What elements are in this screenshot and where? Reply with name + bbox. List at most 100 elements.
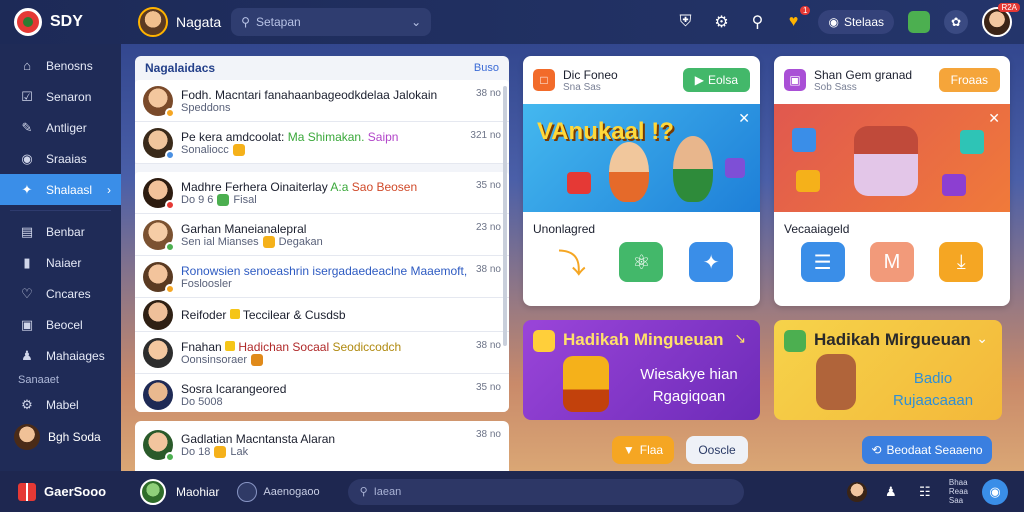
gem-illustration	[792, 128, 816, 152]
chevron-down-icon[interactable]: ⌄	[411, 15, 421, 29]
list-item[interactable]: Ronowsien senoeashrin isergadaedeaclne M…	[135, 256, 509, 298]
list-item[interactable]: Madhre Ferhera Oinaiterlay A:a Sao Beose…	[135, 172, 509, 214]
close-icon[interactable]: ✕	[738, 110, 750, 127]
profile-avatar[interactable]: R2A	[982, 3, 1020, 37]
sidebar-item-4[interactable]: ✦ Shalaasl ›	[0, 174, 121, 205]
bottom-secondary-label[interactable]: Aaenogaoo	[263, 486, 319, 498]
gamepad-icon[interactable]: ⚛	[619, 242, 664, 282]
shield-icon[interactable]: ⛨	[674, 11, 696, 33]
gift-icon[interactable]: ♥ 1	[782, 6, 811, 33]
search-icon: ⚲	[241, 15, 250, 29]
sidebar-item-label: Senaron	[46, 89, 92, 104]
sidebar-item-label: Mahaiages	[46, 348, 105, 363]
list-title: Nagalaidacs	[145, 61, 216, 75]
search-input[interactable]: ⚲ Setapan ⌄	[231, 8, 432, 36]
list-item-time: 38 no	[475, 264, 501, 275]
scrollbar[interactable]	[503, 86, 507, 346]
list-group: Madhre Ferhera Oinaiterlay A:a Sao Beose…	[135, 172, 509, 412]
message-list-bottom: Gadlatian Macntansta Alaran Do 18 Lak 38 …	[135, 421, 509, 471]
brand[interactable]: SDY	[0, 8, 120, 36]
play-icon: ▶	[694, 73, 704, 87]
sidebar-user-label: Bgh Soda	[48, 430, 101, 444]
card-action-button[interactable]: Froaas	[938, 68, 1000, 92]
avatar	[143, 85, 175, 118]
magnet-icon[interactable]: ⤵	[550, 242, 594, 282]
avatar[interactable]	[140, 478, 166, 505]
sidebar-item-9[interactable]: ♟ Mahaiages	[0, 340, 121, 371]
promo-subtitle: Badio Rujaacaaan	[892, 370, 974, 409]
download-icon[interactable]: ⤓	[939, 242, 984, 282]
avatar	[14, 424, 40, 450]
gear-icon[interactable]: ⚙	[710, 11, 732, 33]
sidebar-item-8[interactable]: ▣ Beocel	[0, 309, 121, 340]
avatar	[143, 299, 173, 330]
trophy-illustration	[563, 356, 609, 412]
search-icon[interactable]: ⚲	[746, 11, 768, 33]
user-avatar[interactable]	[138, 7, 168, 37]
windows-logo-icon[interactable]	[18, 482, 36, 501]
secondary-avatar[interactable]	[237, 481, 258, 502]
card-action-button[interactable]: ▶ Eolsa	[682, 68, 750, 92]
status-pill[interactable]: ◉ Stelaas	[818, 10, 894, 34]
list-more-link[interactable]: Buso	[474, 62, 499, 74]
bottom-username[interactable]: Maohiar	[176, 485, 219, 499]
promo-title: Hadikah Mingueuan	[563, 330, 724, 349]
bottom-search-input[interactable]: ⚲ Iaean	[347, 478, 744, 505]
card-subtitle: Sob Sass	[814, 81, 857, 93]
promo-banner-2[interactable]: Hadikah Mirgueuan ⌄ Badio Rujaacaaan	[774, 320, 1002, 420]
top-username[interactable]: Nagata	[176, 14, 221, 30]
sidebar-item-label: Antliger	[46, 120, 87, 135]
list-item-title: Fodh. Macntari fanahaanbageodkdelaa Jalo…	[181, 87, 438, 102]
network-stats: Bhaa Reaa Saa	[948, 478, 968, 505]
twitter-icon[interactable]: ✦	[689, 242, 734, 282]
profile-icon[interactable]	[846, 481, 867, 502]
sidebar-item-label: Sraaias	[46, 151, 87, 166]
avatar	[143, 430, 175, 462]
coin-icon	[217, 193, 230, 206]
user-alert-icon[interactable]: ♟	[881, 482, 901, 502]
list-item-time: 35 no	[475, 382, 501, 393]
google-button[interactable]: Ooscle	[686, 436, 748, 464]
list-item-sub: Do 9 6 Fisal	[181, 193, 257, 206]
keyboard-icon[interactable]: ☷	[915, 482, 935, 502]
notification-badge: 1	[800, 6, 811, 15]
close-icon[interactable]: ✕	[988, 110, 1000, 127]
flag-button[interactable]: ▼ Flaa	[612, 436, 674, 464]
sidebar-item-5[interactable]: ▤ Benbar	[0, 216, 121, 247]
avatar	[143, 337, 173, 368]
bottom-brand[interactable]: GaerSooo	[44, 484, 126, 499]
promo-banner-1[interactable]: Hadikah Mingueuan ↘ Wiesakye hian Rgagiq…	[523, 320, 760, 420]
list-item[interactable]: Sosra Icarangeored Do 5008 35 no	[135, 374, 509, 412]
settings-icon[interactable]: ✿	[944, 10, 968, 34]
character-illustration	[673, 136, 713, 202]
banner-title: VAnukaal !?	[537, 118, 674, 145]
list-item[interactable]: Garhan Maneianalepral Sen ial Mianses Deg…	[135, 214, 509, 256]
mail-icon[interactable]: M	[869, 242, 914, 282]
list-item[interactable]: Fodh. Macntari fanahaanbageodkdelaa Jalo…	[135, 80, 509, 122]
list-item[interactable]: Gadlatian Macntansta Alaran Do 18 Lak 38 …	[135, 421, 509, 469]
document-icon[interactable]: ☰	[800, 242, 845, 282]
sidebar-item-7[interactable]: ♡ Cncares	[0, 278, 121, 309]
sidebar-item-0[interactable]: ⌂ Benosns	[0, 50, 121, 81]
chevron-down-icon[interactable]: ↘	[734, 330, 746, 347]
sidebar-item-3[interactable]: ◉ Sraaias	[0, 143, 121, 174]
sidebar-item-2[interactable]: ✎ Antliger	[0, 112, 121, 143]
sidebar-user[interactable]: Bgh Soda	[0, 420, 121, 454]
notification-icon[interactable]: ◉	[982, 478, 1008, 505]
card-banner[interactable]: VAnukaal !? ✕	[523, 104, 760, 212]
cube-icon[interactable]	[908, 11, 930, 33]
card-banner[interactable]: ✕	[774, 104, 1010, 212]
card-subtitle: Sna Sas	[563, 81, 601, 93]
list-item[interactable]: Pe kera amdcoolat: Ma Shimakan. Saipn So…	[135, 122, 509, 164]
list-item[interactable]: Reifoder Teccilear & Cusdsb	[135, 298, 509, 332]
sidebar-item-extra[interactable]: ⚙ Mabel	[0, 389, 121, 420]
sidebar-item-label: Naiaer	[46, 255, 82, 270]
sidebar-item-1[interactable]: ☑ Senaron	[0, 81, 121, 112]
chevron-down-icon[interactable]: ⌄	[976, 330, 988, 347]
list-item[interactable]: Fnahan Hadichan Socaal Seodiccodch Oonsi…	[135, 332, 509, 374]
primary-action-button[interactable]: ⟲ Beodaat Seaaeno	[862, 436, 992, 464]
sidebar-item-6[interactable]: ▮ Naiaer	[0, 247, 121, 278]
gift-icon	[251, 353, 264, 366]
check-icon: ☑	[21, 88, 33, 104]
status-icon: ◉	[828, 15, 839, 29]
